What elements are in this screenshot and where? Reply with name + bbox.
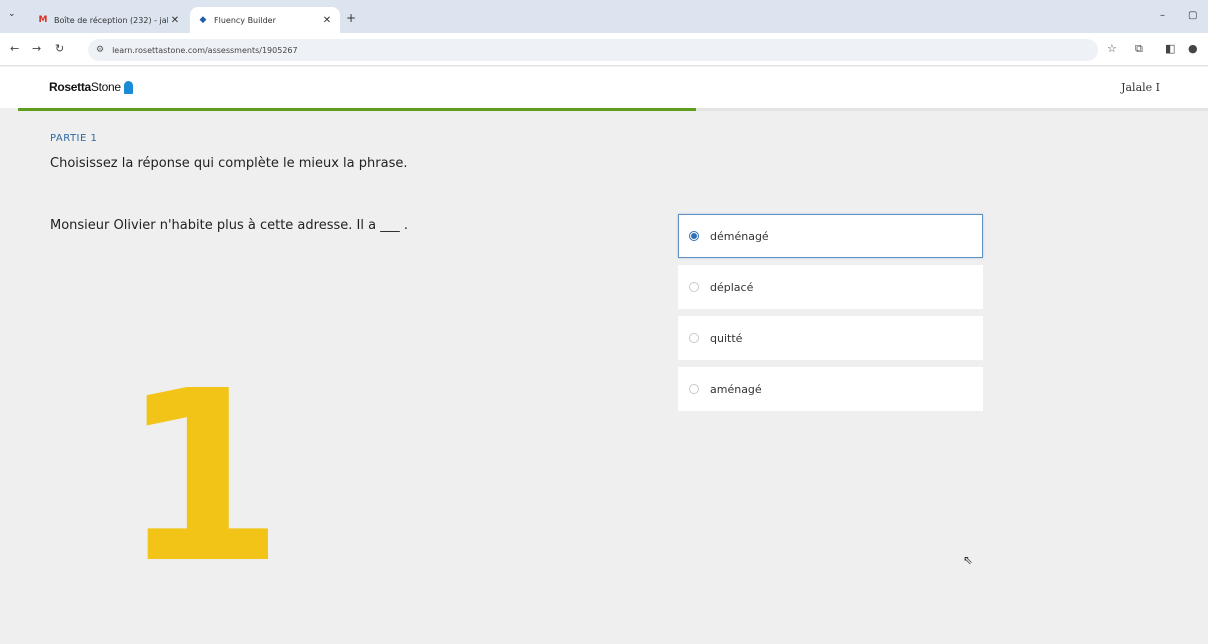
answer-option[interactable]: déménagé <box>678 214 983 258</box>
mouse-cursor-icon: ⇖ <box>963 553 974 567</box>
back-icon[interactable]: ← <box>10 42 19 55</box>
rosetta-stone-icon: ◆ <box>199 15 207 25</box>
restore-icon[interactable]: ▢ <box>1188 10 1197 21</box>
answer-option[interactable]: quitté <box>678 316 983 360</box>
tab-title: Fluency Builder <box>214 15 276 25</box>
tab-search-chevron-icon[interactable]: ⌄ <box>8 9 16 19</box>
option-label: quitté <box>710 331 743 345</box>
forward-icon[interactable]: → <box>32 42 41 55</box>
progress-bar <box>18 108 1208 111</box>
minimize-icon[interactable]: – <box>1160 10 1165 21</box>
logo-text-bold: Rosetta <box>49 80 91 94</box>
overlay-number: 1 <box>120 340 285 615</box>
extensions-icon[interactable]: ⧉ <box>1135 42 1143 56</box>
part-label: PARTIE 1 <box>50 133 98 144</box>
gmail-icon: M <box>38 15 48 25</box>
new-tab-icon[interactable]: + <box>346 11 356 25</box>
radio-button[interactable] <box>689 333 699 343</box>
app-header: Rosetta Stone Jalale I <box>0 67 1208 108</box>
tab-title: Boîte de réception (232) - jalal: <box>54 15 168 25</box>
option-label: déménagé <box>710 229 769 243</box>
option-label: aménagé <box>710 382 762 396</box>
profile-avatar-icon[interactable]: ● <box>1188 42 1198 55</box>
side-panel-icon[interactable]: ◧ <box>1165 42 1175 55</box>
browser-tab-bar: ⌄ M Boîte de réception (232) - jalal: ✕ … <box>0 0 1208 33</box>
question-text: Monsieur Olivier n'habite plus à cette a… <box>50 218 408 233</box>
progress-bar-fill <box>18 108 697 111</box>
radio-button[interactable] <box>689 282 699 292</box>
close-tab-icon[interactable]: ✕ <box>320 15 334 26</box>
address-bar[interactable]: ⚙ learn.rosettastone.com/assessments/190… <box>88 39 1098 61</box>
browser-toolbar: ← → ↻ ⚙ learn.rosettastone.com/assessmen… <box>0 33 1208 66</box>
reload-icon[interactable]: ↻ <box>55 42 64 55</box>
answer-option[interactable]: aménagé <box>678 367 983 411</box>
close-tab-icon[interactable]: ✕ <box>168 15 182 26</box>
browser-tab-fluency-builder[interactable]: ◆ Fluency Builder ✕ <box>190 7 340 33</box>
url-text: learn.rosettastone.com/assessments/19052… <box>112 45 298 55</box>
logo-text-regular: Stone <box>90 80 121 94</box>
answer-option[interactable]: déplacé <box>678 265 983 309</box>
radio-button[interactable] <box>689 231 699 241</box>
bookmark-star-icon[interactable]: ☆ <box>1107 42 1117 55</box>
instruction-text: Choisissez la réponse qui complète le mi… <box>50 156 408 171</box>
browser-tab-gmail[interactable]: M Boîte de réception (232) - jalal: ✕ <box>38 7 188 33</box>
radio-button[interactable] <box>689 384 699 394</box>
site-info-icon[interactable]: ⚙ <box>96 45 104 55</box>
rosetta-stone-mark-icon <box>123 80 133 94</box>
answer-options: déménagé déplacé quitté aménagé <box>678 214 983 418</box>
rosetta-stone-logo[interactable]: Rosetta Stone <box>49 80 133 94</box>
option-label: déplacé <box>710 280 754 294</box>
user-name[interactable]: Jalale I <box>1121 81 1160 94</box>
